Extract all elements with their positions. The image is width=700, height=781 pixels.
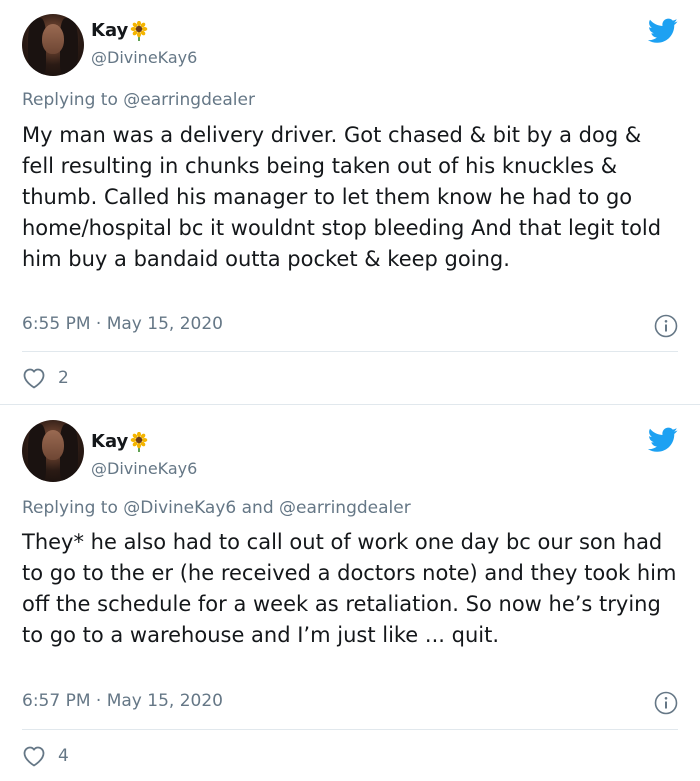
tweet-timestamp[interactable]: 6:57 PM · May 15, 2020 (22, 691, 223, 711)
sunflower-icon (130, 431, 148, 452)
reply-prefix: Replying to (22, 498, 118, 518)
author-handle[interactable]: @DivineKay6 (91, 459, 197, 478)
reply-context: Replying to @DivineKay6 and @earringdeal… (22, 498, 411, 518)
display-name-text[interactable]: Kay (91, 431, 128, 452)
twitter-logo-icon[interactable] (648, 18, 678, 44)
info-icon[interactable] (654, 314, 678, 338)
heart-icon (23, 746, 45, 767)
reply-prefix: Replying to (22, 90, 118, 110)
tweet-text: My man was a delivery driver. Got chased… (22, 123, 662, 271)
author-name[interactable]: Kay (91, 20, 148, 41)
divider (22, 729, 678, 730)
author-name[interactable]: Kay (91, 431, 148, 452)
divider (22, 351, 678, 352)
tweet-text: They* he also had to call out of work on… (22, 530, 677, 647)
like-count: 4 (58, 746, 69, 766)
like-button[interactable]: 4 (22, 745, 69, 767)
avatar[interactable] (22, 420, 84, 482)
like-button[interactable]: 2 (22, 367, 69, 389)
tweet-card[interactable]: Kay @DivineKay6 Replying to (0, 404, 700, 781)
display-name-text[interactable]: Kay (91, 20, 128, 41)
heart-icon (23, 368, 45, 389)
reply-mention-link[interactable]: @DivineKay6 and @earringdealer (123, 498, 410, 518)
tweet-timestamp[interactable]: 6:55 PM · May 15, 2020 (22, 314, 223, 334)
like-count: 2 (58, 368, 69, 388)
sunflower-icon (130, 20, 148, 41)
tweet-card[interactable]: Kay @DivineKay6 Replying to (0, 0, 700, 404)
author-handle[interactable]: @DivineKay6 (91, 48, 197, 67)
info-icon[interactable] (654, 691, 678, 715)
avatar[interactable] (22, 14, 84, 76)
reply-mention-link[interactable]: @earringdealer (123, 90, 255, 110)
reply-context: Replying to @earringdealer (22, 90, 255, 110)
twitter-logo-icon[interactable] (648, 427, 678, 453)
